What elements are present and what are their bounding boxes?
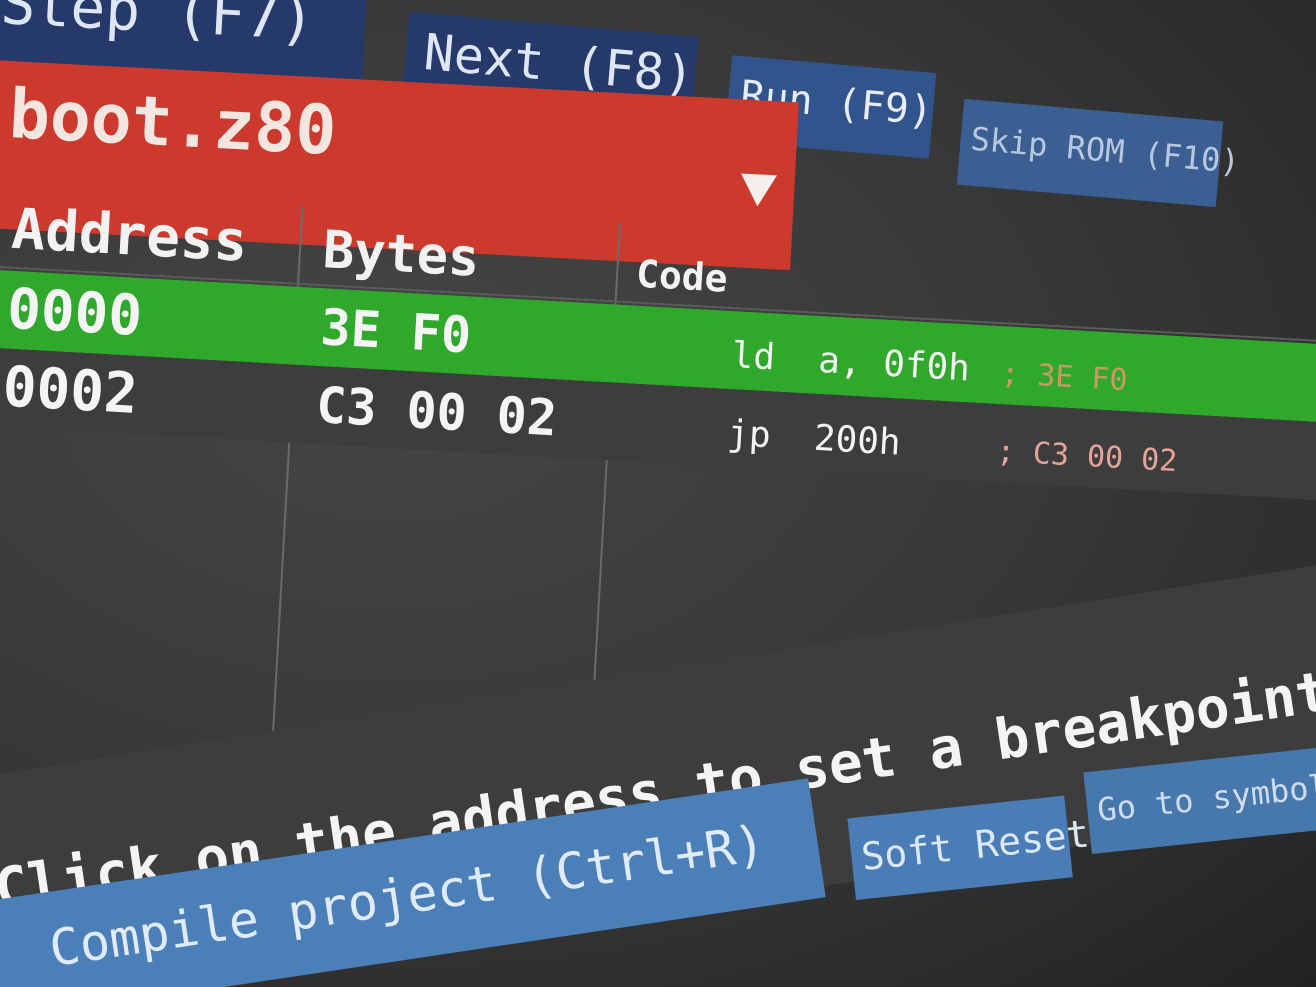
debugger-screen: Step (F7) Next (F8) Run (F9) Skip ROM (F…	[0, 0, 1316, 987]
go-to-symbol-label: Go to symbol...	[1095, 761, 1316, 830]
soft-reset-label: Soft Reset	[859, 811, 1092, 880]
chevron-down-icon[interactable]	[739, 173, 778, 208]
row-address[interactable]: 0002	[1, 355, 139, 427]
column-header-address: Address	[9, 196, 250, 275]
row-bytes: 3E F0	[319, 298, 473, 365]
column-header-bytes: Bytes	[321, 220, 482, 289]
row-comment: ; 3E F0	[1000, 356, 1129, 399]
row-address[interactable]: 0000	[5, 277, 143, 349]
row-code: ld a, 0f0h	[730, 335, 971, 390]
file-select-value: boot.z80	[7, 75, 339, 172]
row-comment: ; C3 00 02	[995, 434, 1179, 480]
row-code: jp 200h	[726, 413, 902, 464]
skip-rom-button[interactable]: Skip ROM (F10)	[956, 98, 1241, 208]
column-header-code: Code	[634, 251, 729, 301]
row-bytes: C3 00 02	[314, 376, 559, 448]
